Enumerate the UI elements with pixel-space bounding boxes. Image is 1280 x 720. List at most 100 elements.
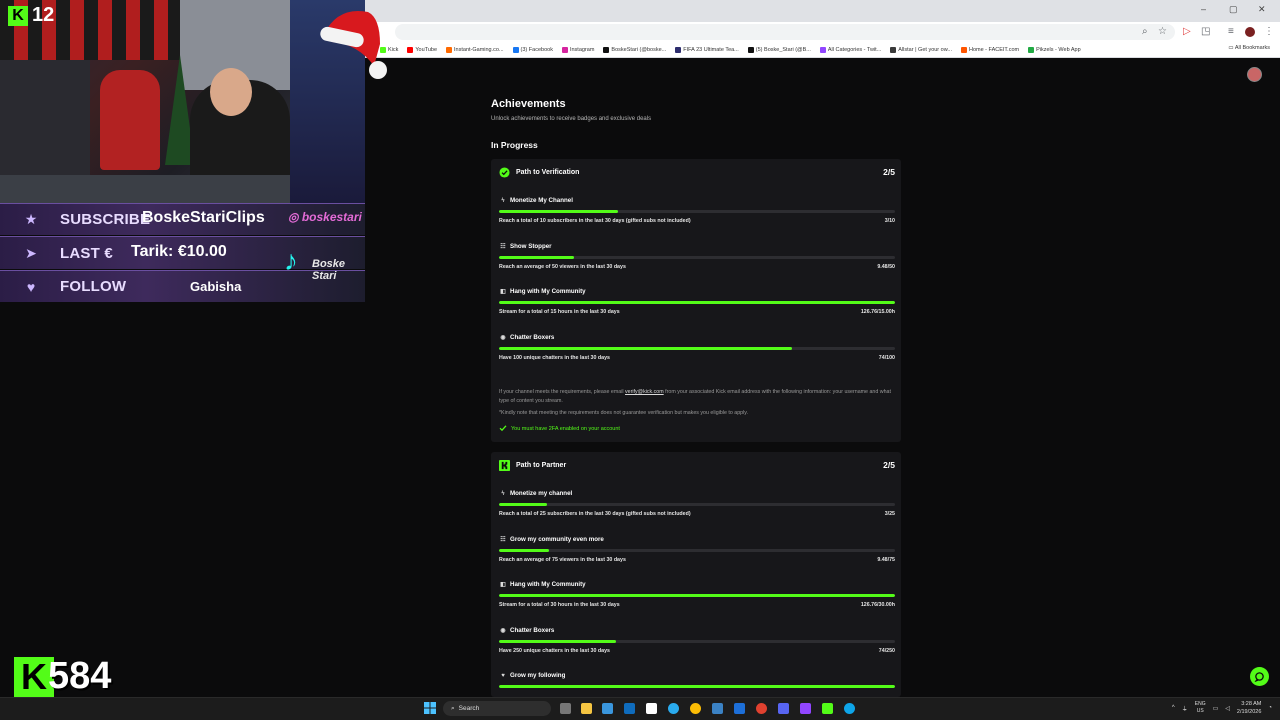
bookmark-favicon-icon bbox=[512, 46, 519, 53]
requirement-row: ☷ Show Stopper Reach an average of 50 view… bbox=[499, 243, 895, 288]
bookmark-item[interactable]: (3) Facebook bbox=[512, 46, 553, 53]
requirement-name: ◧ Hang with My Community bbox=[500, 288, 586, 295]
user-avatar[interactable] bbox=[1247, 67, 1262, 82]
bookmark-item[interactable]: Instagram bbox=[561, 46, 594, 53]
calendar-icon[interactable] bbox=[646, 703, 657, 714]
mail-icon[interactable] bbox=[624, 703, 635, 714]
bookmark-item[interactable]: FIFA 23 Ultimate Tea... bbox=[675, 46, 739, 53]
requirement-name: ϟ Monetize My Channel bbox=[499, 197, 573, 204]
bookmark-favicon-icon bbox=[960, 46, 967, 53]
bookmarks-bar: Kick YouTube Instant-Gaming.co... (3) Faceb… bbox=[365, 42, 1280, 58]
bolt-icon: ϟ bbox=[501, 490, 505, 497]
windows-taskbar: ⌕ Search ^ ⏚ ENG US ▭ ◁ 3:28 AM 2/19/2026 … bbox=[0, 697, 1280, 720]
profile-avatar[interactable] bbox=[1245, 27, 1255, 37]
users-icon: ☷ bbox=[500, 536, 506, 543]
notification-icon[interactable]: ◔ bbox=[1268, 705, 1272, 711]
partner-card: Path to Partner 2/5 ϟ Monetize my channel… bbox=[491, 452, 901, 697]
verify-email-link[interactable]: verify@kick.com bbox=[625, 389, 664, 395]
progress-bar bbox=[499, 255, 895, 259]
bookmark-item[interactable]: Instant-Gaming.co... bbox=[446, 46, 504, 53]
chevron-up-icon[interactable]: ^ bbox=[1172, 705, 1175, 711]
check-icon bbox=[499, 424, 507, 434]
store-icon[interactable] bbox=[734, 703, 745, 714]
section-label: In Progress bbox=[491, 140, 538, 150]
progress-bar bbox=[499, 210, 895, 213]
last-donation-label: LAST € bbox=[60, 244, 113, 262]
requirement-description: Stream for a total of 15 hours in the la… bbox=[499, 309, 620, 315]
minimize-button[interactable]: – bbox=[1201, 4, 1206, 14]
bolt-icon: ϟ bbox=[501, 197, 505, 204]
extension-icon[interactable]: ▷ bbox=[1183, 26, 1191, 38]
progress-fill bbox=[499, 301, 895, 304]
viewer-counter: K 12 bbox=[8, 4, 54, 27]
twitch-icon[interactable] bbox=[800, 703, 811, 714]
support-chat-button[interactable] bbox=[1250, 667, 1269, 686]
chat-icon: ◉ bbox=[500, 627, 506, 634]
progress-bar bbox=[499, 548, 895, 552]
tiktok-icon: ♪ bbox=[284, 245, 298, 276]
address-bar[interactable] bbox=[395, 24, 1175, 40]
system-tray: ^ ⏚ ENG US ▭ ◁ 3:28 AM 2/19/2026 ◔ bbox=[1172, 700, 1272, 716]
discord-icon[interactable] bbox=[778, 703, 789, 714]
menu-icon[interactable]: ⋮ bbox=[1264, 26, 1274, 38]
bookmark-favicon-icon bbox=[747, 46, 754, 53]
bookmark-item[interactable]: Allstar | Get your ow... bbox=[890, 46, 952, 53]
progress-bar bbox=[499, 346, 895, 350]
task-view-icon[interactable] bbox=[560, 703, 571, 714]
progress-bar bbox=[499, 639, 895, 643]
volume-icon[interactable]: ◁ bbox=[1225, 705, 1230, 712]
taskbar-search[interactable]: ⌕ Search bbox=[443, 701, 551, 716]
requirement-row: ϟ Monetize My Channel Reach a total of 10 … bbox=[499, 197, 895, 242]
downloads-icon[interactable]: ≡ bbox=[1228, 26, 1234, 38]
obs-icon[interactable] bbox=[756, 703, 767, 714]
maximize-button[interactable]: ▢ bbox=[1229, 4, 1238, 15]
progress-fill bbox=[499, 548, 549, 552]
progress-fill bbox=[499, 255, 575, 259]
subscribe-label: SUBSCRIBE bbox=[60, 211, 151, 228]
bookmark-item[interactable]: Home - FACEIT.com bbox=[960, 46, 1019, 53]
bookmark-favicon-icon bbox=[819, 46, 826, 53]
bookmark-star-icon[interactable]: ☆ bbox=[1158, 26, 1167, 38]
bookmark-item[interactable]: All Categories - Twit... bbox=[819, 46, 881, 53]
bookmark-favicon-icon bbox=[603, 46, 610, 53]
clock[interactable]: 3:28 AM 2/19/2026 bbox=[1237, 700, 1261, 716]
requirement-row: ϟ Monetize my channel Reach a total of 25 … bbox=[499, 490, 895, 535]
requirement-row: ☷ Grow my community even more Reach an ave… bbox=[499, 536, 895, 581]
requirement-description: Reach an average of 75 viewers in the la… bbox=[499, 556, 626, 563]
bookmark-item[interactable]: (5) Boske_Stari (@B... bbox=[747, 46, 811, 53]
extensions-puzzle-icon[interactable]: ◳ bbox=[1201, 26, 1210, 38]
chrome-icon[interactable] bbox=[690, 703, 701, 714]
users-icon: ☷ bbox=[500, 243, 506, 250]
bookmark-item[interactable]: Pikzels - Web App bbox=[1028, 46, 1081, 53]
verification-card-header[interactable]: Path to Verification 2/5 bbox=[499, 159, 895, 185]
copilot-icon[interactable] bbox=[602, 703, 613, 714]
zoom-icon[interactable]: ⌕ bbox=[1142, 26, 1148, 38]
close-window-button[interactable]: ✕ bbox=[1258, 4, 1266, 15]
stream-icon: ◧ bbox=[500, 582, 506, 588]
requirement-row: ◧ Hang with My Community Stream for a tota… bbox=[499, 581, 895, 626]
kick-app-icon[interactable] bbox=[822, 703, 833, 714]
windows-start-icon[interactable] bbox=[424, 702, 436, 714]
network-icon[interactable]: ▭ bbox=[1213, 705, 1219, 712]
language-indicator[interactable]: ENG US bbox=[1195, 701, 1206, 715]
microphone-icon[interactable]: ⏚ bbox=[1182, 704, 1188, 713]
progress-fill bbox=[499, 639, 617, 643]
bookmark-item[interactable]: YouTube bbox=[407, 46, 437, 53]
webcam-feed bbox=[0, 0, 365, 205]
file-explorer-icon[interactable] bbox=[581, 703, 592, 714]
edge-icon[interactable] bbox=[844, 703, 855, 714]
telegram-icon[interactable] bbox=[668, 703, 679, 714]
chat-icon: ◉ bbox=[500, 334, 506, 341]
all-bookmarks-button[interactable]: ▭ All Bookmarks bbox=[1228, 45, 1270, 51]
instagram-icon: ◎ bbox=[288, 210, 302, 224]
progress-fill bbox=[499, 346, 793, 350]
partner-card-header[interactable]: Path to Partner 2/5 bbox=[499, 452, 895, 478]
instagram-handle: ◎ boskestari bbox=[288, 210, 362, 224]
vscode-icon[interactable] bbox=[712, 703, 723, 714]
browser-titlebar bbox=[365, 0, 1280, 22]
bookmark-item[interactable]: BoskeStari (@boske... bbox=[603, 46, 666, 53]
heart-icon: ♥ bbox=[501, 672, 505, 679]
partner-count: 2/5 bbox=[883, 460, 895, 470]
star-icon: ★ bbox=[24, 211, 38, 227]
requirement-description: Reach a total of 10 subscribers in the l… bbox=[499, 218, 691, 224]
